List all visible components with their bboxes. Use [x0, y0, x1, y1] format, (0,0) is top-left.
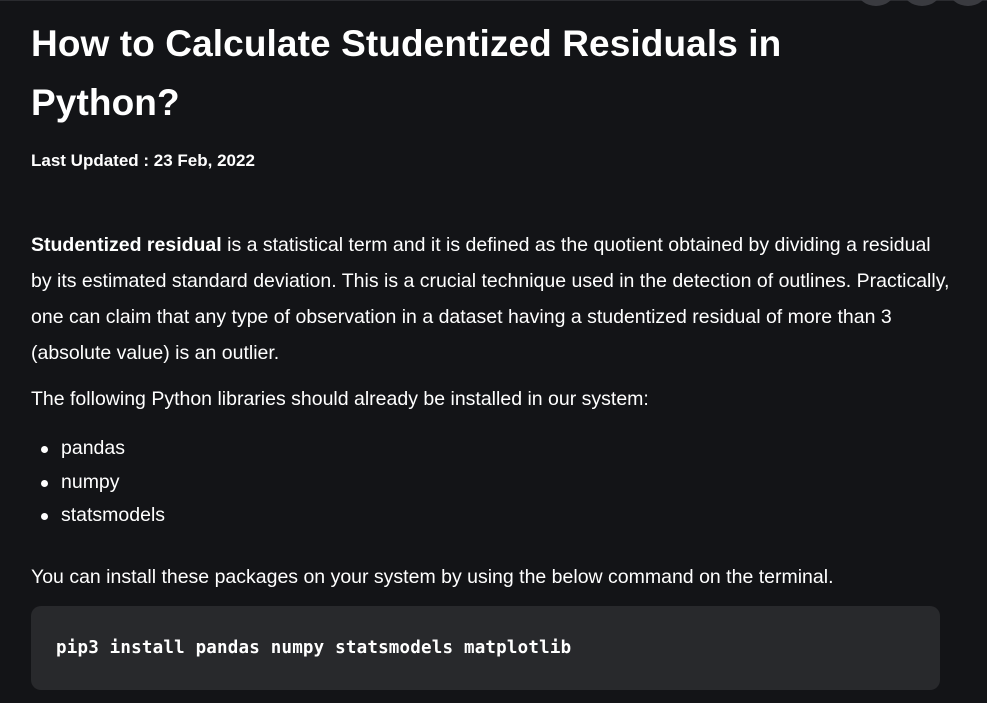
intro-bold-term: Studentized residual [31, 234, 222, 256]
code-block[interactable]: pip3 install pandas numpy statsmodels ma… [31, 606, 940, 690]
top-divider [0, 0, 987, 1]
library-name: numpy [61, 470, 120, 493]
list-item: statsmodels [31, 499, 165, 533]
library-name: pandas [61, 437, 125, 459]
install-command[interactable]: pip3 install pandas numpy statsmodels ma… [56, 638, 571, 658]
list-item: numpy [31, 466, 165, 500]
list-item: pandas [31, 432, 165, 466]
bullet-icon [41, 479, 48, 487]
article-page: How to Calculate Studentized Residuals i… [0, 0, 987, 703]
bullet-icon [41, 446, 48, 453]
action-button-1[interactable] [857, 0, 895, 6]
article-title: How to Calculate Studentized Residuals i… [31, 23, 782, 123]
action-button-3[interactable] [949, 0, 987, 6]
libraries-intro: The following Python libraries should al… [31, 388, 649, 410]
bullet-icon [41, 513, 48, 520]
library-name: statsmodels [61, 504, 166, 526]
install-note: You can install these packages on your s… [31, 566, 834, 588]
intro-paragraph: Studentized residual is a statistical te… [31, 227, 951, 371]
action-button-2[interactable] [903, 0, 941, 6]
last-updated-date: Last Updated : 23 Feb, 2022 [31, 151, 255, 170]
top-action-buttons [857, 0, 987, 6]
libraries-list: pandas numpy statsmodels [31, 432, 165, 533]
